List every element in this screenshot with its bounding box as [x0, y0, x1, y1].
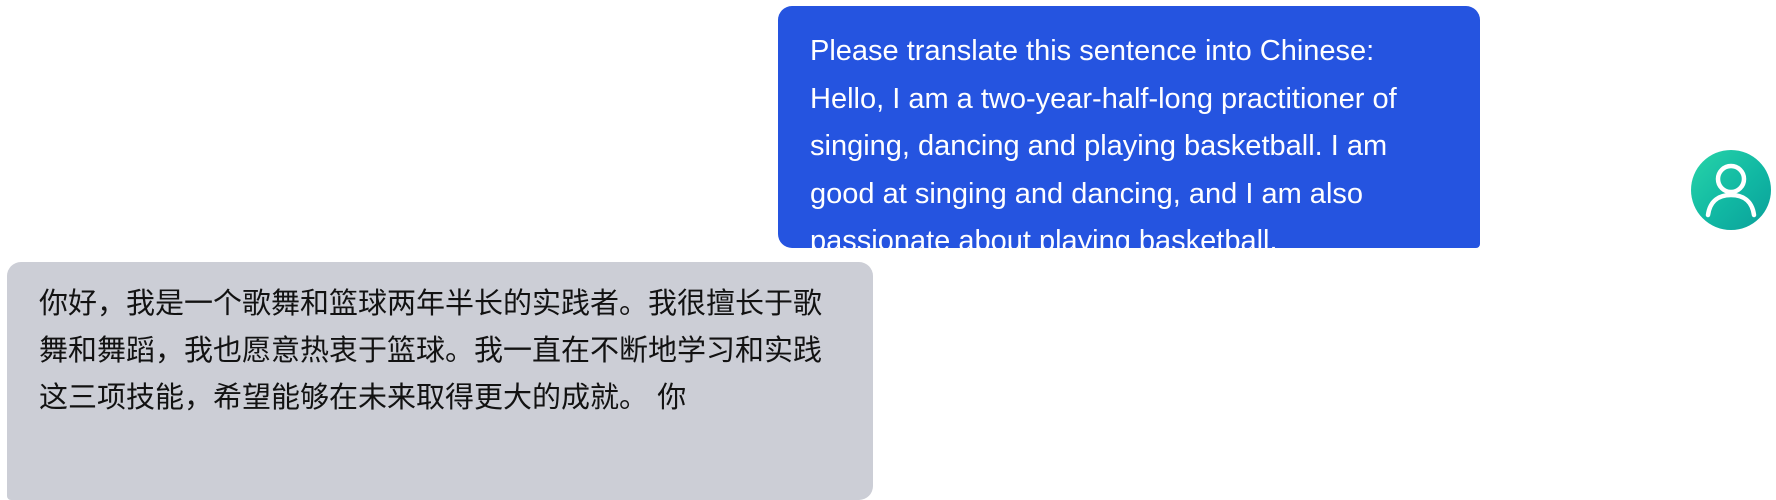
user-message-text: Please translate this sentence into Chin…	[810, 35, 1397, 257]
user-avatar[interactable]	[1691, 150, 1771, 230]
assistant-message-text: 你好，我是一个歌舞和篮球两年半长的实践者。我很擅长于歌舞和舞蹈，我也愿意热衷于篮…	[39, 286, 823, 414]
user-avatar-icon	[1705, 163, 1757, 218]
user-message-bubble: Please translate this sentence into Chin…	[778, 6, 1480, 257]
assistant-message-bubble: 你好，我是一个歌舞和篮球两年半长的实践者。我很擅长于歌舞和舞蹈，我也愿意热衷于篮…	[7, 262, 873, 500]
